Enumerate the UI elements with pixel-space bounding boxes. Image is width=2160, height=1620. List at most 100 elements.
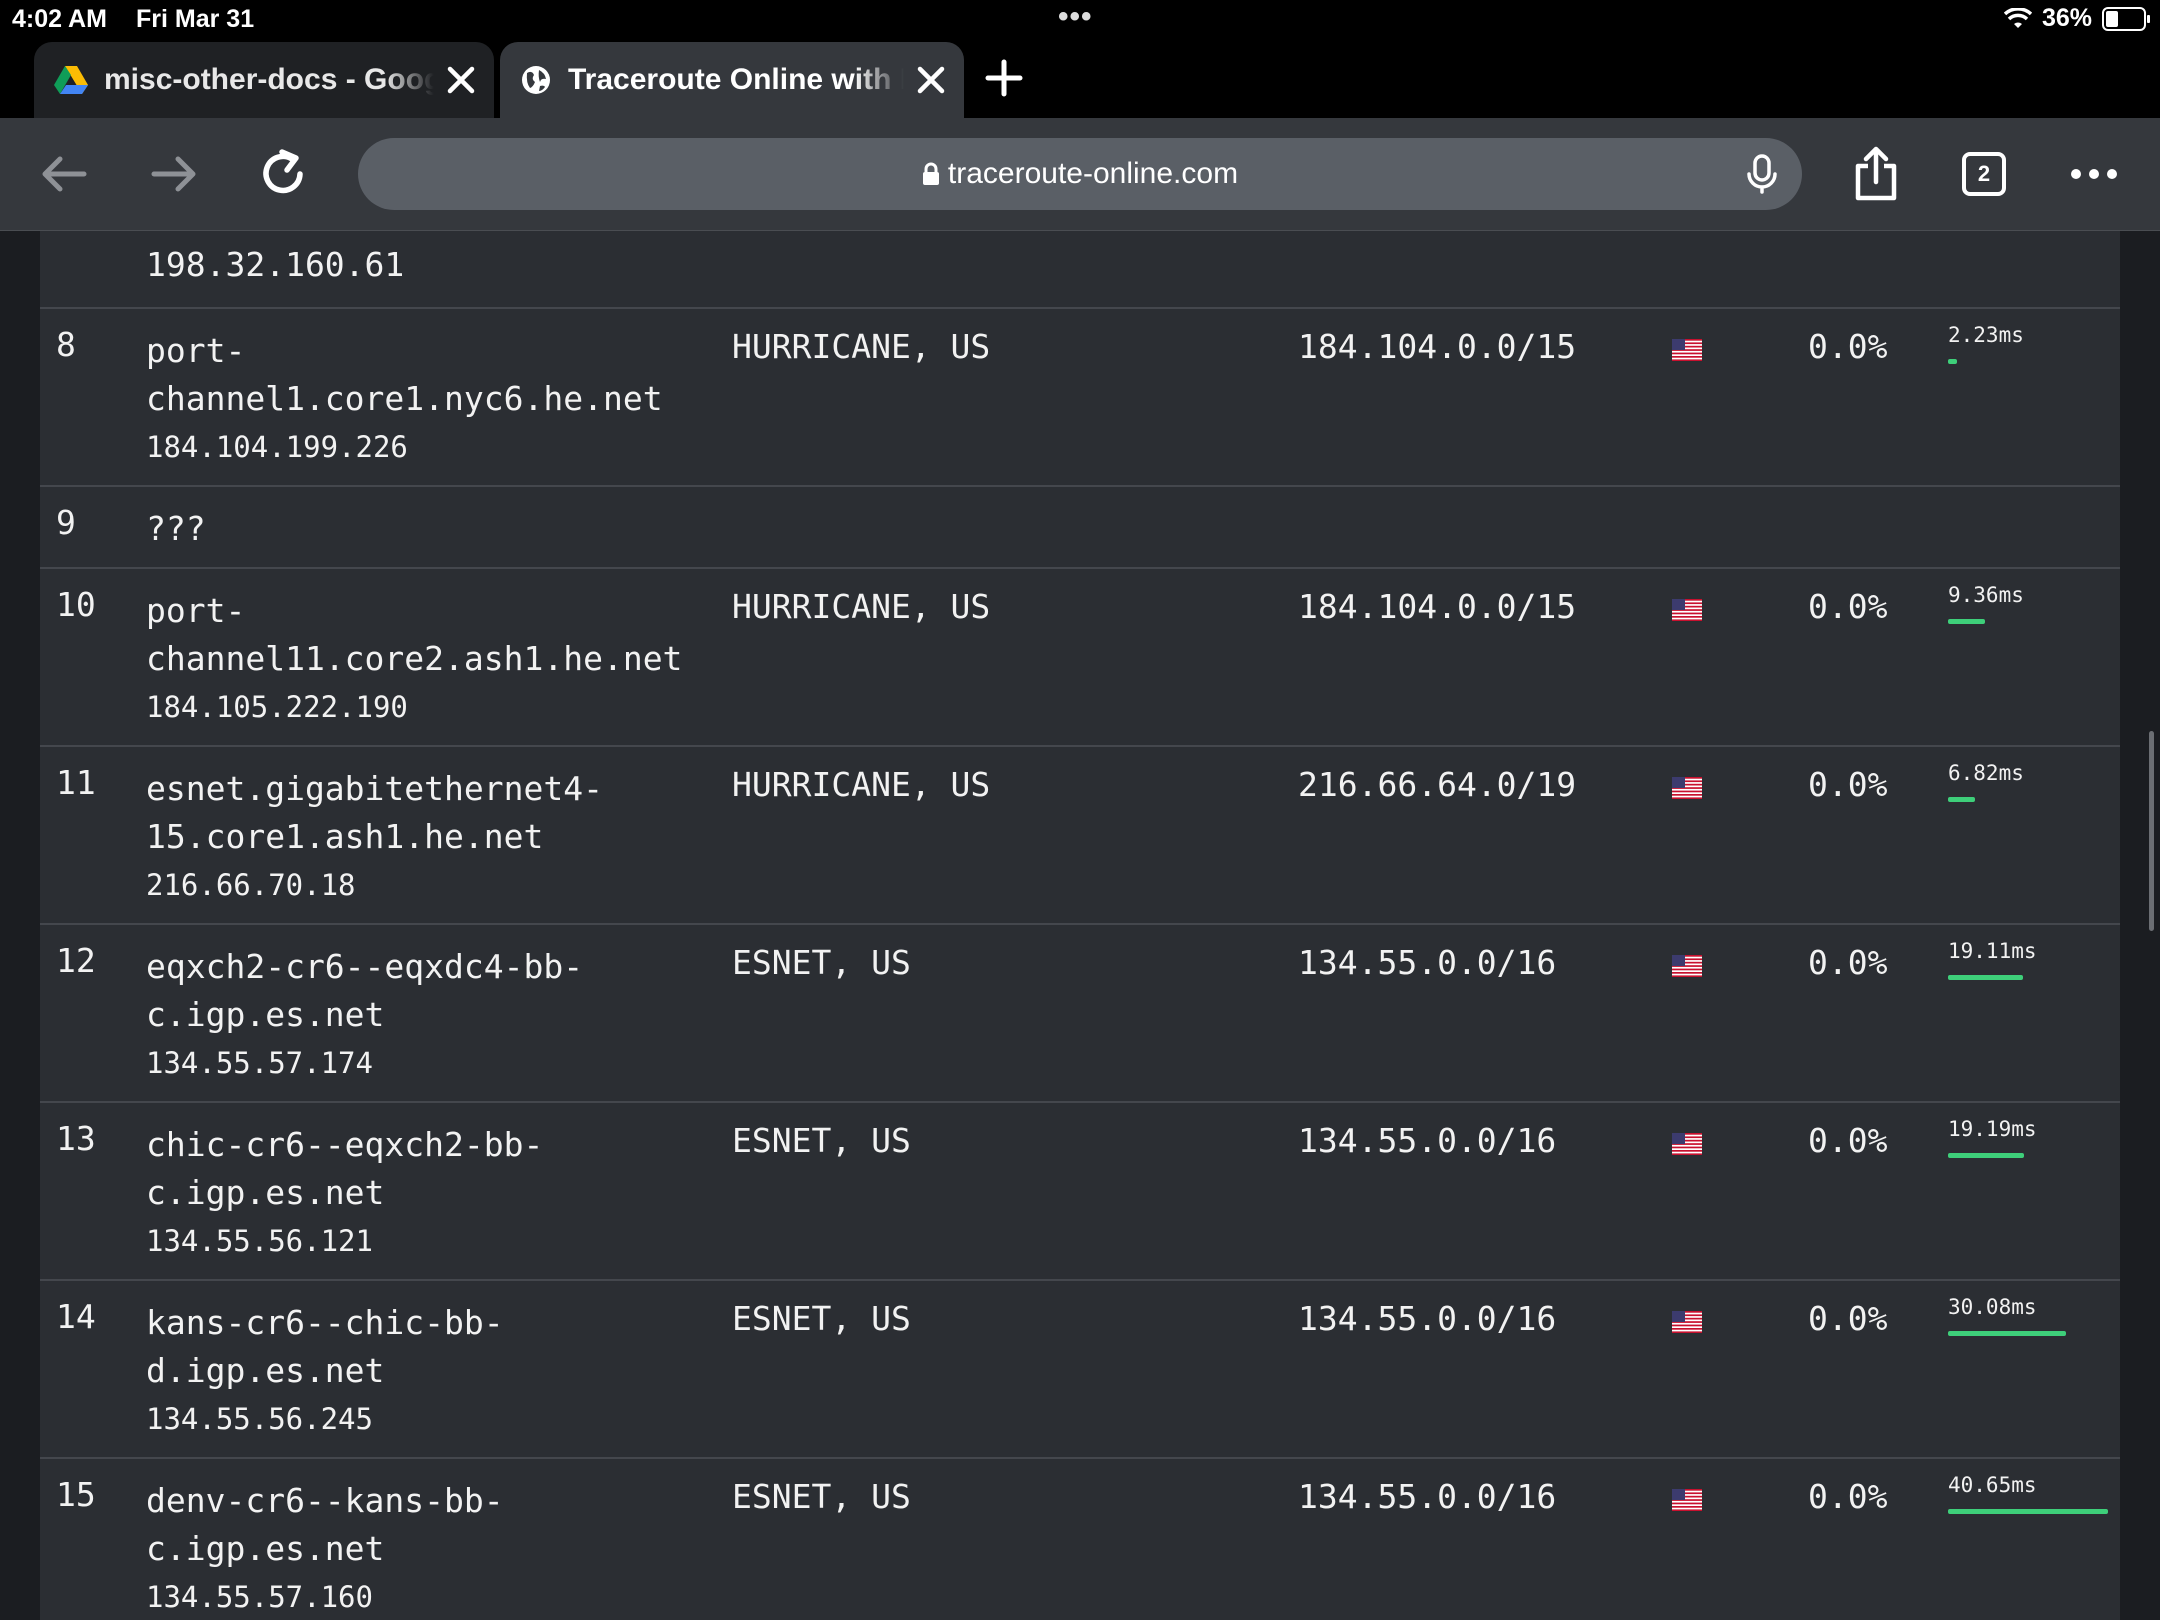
google-drive-icon <box>54 66 88 94</box>
hop-ip: 216.66.70.18 <box>146 868 356 902</box>
hop-latency: 30.08ms <box>1948 1295 2037 1319</box>
hostname-line: port- <box>146 591 246 630</box>
table-row: 13 chic-cr6--eqxch2-bb-c.igp.es.net 134.55… <box>40 1103 2120 1281</box>
hop-network: 184.104.0.0/15 <box>1298 587 1577 626</box>
hop-host: denv-cr6--kans-bb-c.igp.es.net 134.55.57.… <box>146 1477 504 1620</box>
hop-number: 10 <box>56 585 96 624</box>
hop-packet-loss: 0.0% <box>1808 1121 1888 1160</box>
page-content: 198.32.160.61 8 port-channel1.core1.nyc6.… <box>0 231 2160 1620</box>
hostname-line: denv-cr6--kans-bb- <box>146 1481 504 1520</box>
url-text: traceroute-online.com <box>947 157 1239 190</box>
hop-latency: 19.19ms <box>1948 1117 2037 1141</box>
table-row: 14 kans-cr6--chic-bb-d.igp.es.net 134.55.5… <box>40 1281 2120 1459</box>
close-tab-icon[interactable] <box>914 63 948 97</box>
hop-number: 13 <box>56 1119 96 1158</box>
hop-host: esnet.gigabitethernet4- 15.core1.ash1.he.… <box>146 765 603 909</box>
latency-bar <box>1948 797 1975 802</box>
hop-host: port-channel1.core1.nyc6.he.net 184.104.1… <box>146 327 663 471</box>
hop-host: ??? <box>146 505 206 553</box>
hop-packet-loss: 0.0% <box>1808 327 1888 366</box>
tab-title: misc-other-docs - Google Drive <box>104 63 434 96</box>
forward-arrow-icon[interactable] <box>146 146 202 202</box>
page-scrollbar[interactable] <box>2149 731 2154 931</box>
hop-packet-loss: 0.0% <box>1808 587 1888 626</box>
hop-packet-loss: 0.0% <box>1808 943 1888 982</box>
hop-host: port-channel11.core2.ash1.he.net 184.105.… <box>146 587 682 731</box>
hop-number: 8 <box>56 325 76 364</box>
tab-count-button[interactable]: 2 <box>1962 152 2006 196</box>
hop-latency: 19.11ms <box>1948 939 2037 963</box>
hop-packet-loss: 0.0% <box>1808 765 1888 804</box>
new-tab-plus-icon[interactable] <box>984 58 1024 98</box>
hop-latency: 9.36ms <box>1948 583 2024 607</box>
microphone-icon[interactable] <box>1744 154 1780 194</box>
traceroute-table: 198.32.160.61 8 port-channel1.core1.nyc6.… <box>40 231 2120 1620</box>
close-tab-icon[interactable] <box>444 63 478 97</box>
hop-asn: ESNET, US <box>732 1299 911 1338</box>
lock-icon <box>922 162 939 185</box>
hop-network: 134.55.0.0/16 <box>1298 1477 1557 1516</box>
hop-latency: 6.82ms <box>1948 761 2024 785</box>
hop-network: 216.66.64.0/19 <box>1298 765 1577 804</box>
status-bar: 4:02 AM Fri Mar 31 ••• 36% <box>0 0 2160 40</box>
share-icon[interactable] <box>1848 146 1904 202</box>
table-row: 10 port-channel11.core2.ash1.he.net 184.10… <box>40 569 2120 747</box>
status-time: 4:02 AM <box>12 5 107 33</box>
hop-network: 134.55.0.0/16 <box>1298 943 1557 982</box>
globe-icon <box>522 66 550 94</box>
hostname-line: 15.core1.ash1.he.net <box>146 817 544 856</box>
hop-number: 9 <box>56 503 76 542</box>
hop-asn: HURRICANE, US <box>732 587 991 626</box>
table-row: 198.32.160.61 <box>40 231 2120 309</box>
battery-icon <box>2102 6 2150 31</box>
hostname-line: d.igp.es.net <box>146 1351 385 1390</box>
hostname-line: port- <box>146 331 246 370</box>
hostname-line: esnet.gigabitethernet4- <box>146 769 603 808</box>
us-flag-icon <box>1672 1489 1702 1511</box>
latency-bar <box>1948 619 1985 624</box>
us-flag-icon <box>1672 1133 1702 1155</box>
us-flag-icon <box>1672 1311 1702 1333</box>
latency-bar <box>1948 1331 2066 1336</box>
hop-ip: 134.55.57.160 <box>146 1580 373 1614</box>
hostname-line: kans-cr6--chic-bb- <box>146 1303 504 1342</box>
battery-percent: 36% <box>2041 4 2092 32</box>
hop-packet-loss: 0.0% <box>1808 1477 1888 1516</box>
hop-asn: HURRICANE, US <box>732 765 991 804</box>
hop-ip: 198.32.160.61 <box>146 245 405 284</box>
status-indicators: 36% <box>2003 4 2150 33</box>
multitasking-dots-icon[interactable]: ••• <box>1058 0 1093 34</box>
hop-latency: 40.65ms <box>1948 1473 2037 1497</box>
hop-ip: 134.55.57.174 <box>146 1046 373 1080</box>
status-date: Fri Mar 31 <box>136 5 255 33</box>
address-bar[interactable]: traceroute-online.com <box>358 138 1802 210</box>
us-flag-icon <box>1672 339 1702 361</box>
hostname-line: channel11.core2.ash1.he.net <box>146 639 683 678</box>
hop-ip: 134.55.56.245 <box>146 1402 373 1436</box>
hop-number: 14 <box>56 1297 96 1336</box>
hostname-line: c.igp.es.net <box>146 1173 385 1212</box>
hop-ip: 184.104.199.226 <box>146 430 408 464</box>
tab-google-drive[interactable]: misc-other-docs - Google Drive <box>34 42 494 118</box>
more-options-icon[interactable] <box>2066 146 2122 202</box>
latency-bar <box>1948 1509 2108 1514</box>
hostname-line: chic-cr6--eqxch2-bb- <box>146 1125 544 1164</box>
hop-asn: ESNET, US <box>732 1477 911 1516</box>
hop-latency: 2.23ms <box>1948 323 2024 347</box>
hostname-line: eqxch2-cr6--eqxdc4-bb- <box>146 947 584 986</box>
browser-toolbar: traceroute-online.com 2 <box>0 118 2160 231</box>
tab-traceroute[interactable]: Traceroute Online with Map <box>500 42 964 118</box>
wifi-icon <box>2003 7 2032 28</box>
hop-number: 11 <box>56 763 96 802</box>
us-flag-icon <box>1672 777 1702 799</box>
hop-host: eqxch2-cr6--eqxdc4-bb-c.igp.es.net 134.55… <box>146 943 583 1087</box>
hop-asn: ESNET, US <box>732 943 911 982</box>
table-row: 9??? <box>40 487 2120 569</box>
hop-asn: HURRICANE, US <box>732 327 991 366</box>
hostname-line: c.igp.es.net <box>146 995 385 1034</box>
hop-ip: 184.105.222.190 <box>146 690 408 724</box>
reload-icon[interactable] <box>256 146 312 202</box>
us-flag-icon <box>1672 955 1702 977</box>
back-arrow-icon[interactable] <box>36 146 92 202</box>
hop-number: 12 <box>56 941 96 980</box>
